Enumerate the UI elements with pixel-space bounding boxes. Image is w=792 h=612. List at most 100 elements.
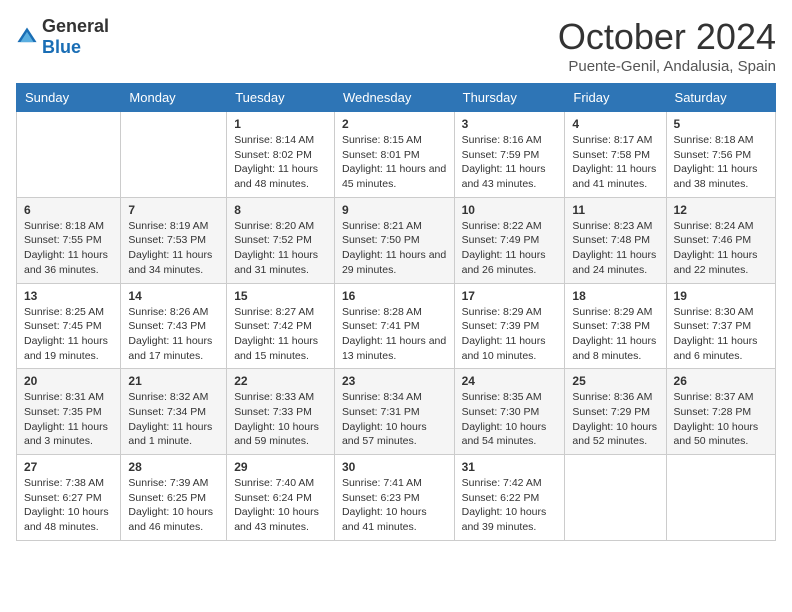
day-number: 20: [24, 374, 113, 388]
header-tuesday: Tuesday: [227, 84, 335, 112]
calendar-cell: 16Sunrise: 8:28 AMSunset: 7:41 PMDayligh…: [334, 283, 454, 369]
header-monday: Monday: [121, 84, 227, 112]
cell-info: Sunrise: 8:16 AMSunset: 7:59 PMDaylight:…: [462, 133, 558, 192]
day-number: 21: [128, 374, 219, 388]
calendar-cell: 1Sunrise: 8:14 AMSunset: 8:02 PMDaylight…: [227, 112, 335, 198]
title-block: October 2024 Puente-Genil, Andalusia, Sp…: [558, 16, 776, 75]
calendar-cell: 17 Sunrise: 8:29 AMSunset: 7:39 PMDayligh…: [454, 283, 565, 369]
logo-text-general: General: [42, 16, 109, 36]
day-number: 24: [462, 374, 558, 388]
cell-info: Sunrise: 8:20 AMSunset: 7:52 PMDaylight:…: [234, 219, 327, 278]
calendar-cell: [666, 455, 775, 541]
calendar-table: SundayMondayTuesdayWednesdayThursdayFrid…: [16, 83, 776, 541]
header-thursday: Thursday: [454, 84, 565, 112]
day-number: 15: [234, 289, 327, 303]
cell-info: Sunrise: 8:19 AMSunset: 7:53 PMDaylight:…: [128, 219, 219, 278]
location: Puente-Genil, Andalusia, Spain: [558, 58, 776, 75]
cell-info: Sunrise: 8:29 AMSunset: 7:39 PMDaylight:…: [462, 305, 558, 364]
cell-info: Sunrise: 8:37 AMSunset: 7:28 PMDaylight:…: [674, 390, 768, 449]
calendar-cell: 13Sunrise: 8:25 AMSunset: 7:45 PMDayligh…: [17, 283, 121, 369]
calendar-cell: 31Sunrise: 7:42 AMSunset: 6:22 PMDayligh…: [454, 455, 565, 541]
cell-info: Sunrise: 8:29 AMSunset: 7:38 PMDaylight:…: [572, 305, 658, 364]
logo-icon: [16, 26, 38, 48]
logo-text-blue: Blue: [42, 37, 81, 57]
cell-info: Sunrise: 8:34 AMSunset: 7:31 PMDaylight:…: [342, 390, 447, 449]
cell-info: Sunrise: 8:23 AMSunset: 7:48 PMDaylight:…: [572, 219, 658, 278]
calendar-cell: 12 Sunrise: 8:24 AMSunset: 7:46 PMDayligh…: [666, 197, 775, 283]
day-number: 27: [24, 460, 113, 474]
day-number: 23: [342, 374, 447, 388]
calendar-cell: 23 Sunrise: 8:34 AMSunset: 7:31 PMDayligh…: [334, 369, 454, 455]
cell-info: Sunrise: 8:22 AMSunset: 7:49 PMDaylight:…: [462, 219, 558, 278]
day-number: 5: [674, 117, 768, 131]
cell-info: Sunrise: 7:38 AMSunset: 6:27 PMDaylight:…: [24, 476, 113, 535]
day-number: 30: [342, 460, 447, 474]
day-number: 28: [128, 460, 219, 474]
calendar-week-row: 6Sunrise: 8:18 AMSunset: 7:55 PMDaylight…: [17, 197, 776, 283]
day-number: 22: [234, 374, 327, 388]
day-number: 26: [674, 374, 768, 388]
cell-info: Sunrise: 7:42 AMSunset: 6:22 PMDaylight:…: [462, 476, 558, 535]
day-number: 12: [674, 203, 768, 217]
day-number: 10: [462, 203, 558, 217]
day-number: 25: [572, 374, 658, 388]
calendar-cell: 7 Sunrise: 8:19 AMSunset: 7:53 PMDaylight…: [121, 197, 227, 283]
calendar-cell: 5Sunrise: 8:18 AMSunset: 7:56 PMDaylight…: [666, 112, 775, 198]
cell-info: Sunrise: 8:24 AMSunset: 7:46 PMDaylight:…: [674, 219, 768, 278]
day-number: 8: [234, 203, 327, 217]
calendar-cell: 29 Sunrise: 7:40 AMSunset: 6:24 PMDayligh…: [227, 455, 335, 541]
calendar-cell: [17, 112, 121, 198]
calendar-cell: 28 Sunrise: 7:39 AMSunset: 6:25 PMDayligh…: [121, 455, 227, 541]
day-number: 19: [674, 289, 768, 303]
calendar-week-row: 13Sunrise: 8:25 AMSunset: 7:45 PMDayligh…: [17, 283, 776, 369]
cell-info: Sunrise: 8:26 AMSunset: 7:43 PMDaylight:…: [128, 305, 219, 364]
day-number: 11: [572, 203, 658, 217]
cell-info: Sunrise: 8:25 AMSunset: 7:45 PMDaylight:…: [24, 305, 113, 364]
calendar-cell: [121, 112, 227, 198]
day-number: 2: [342, 117, 447, 131]
header-wednesday: Wednesday: [334, 84, 454, 112]
day-number: 14: [128, 289, 219, 303]
calendar-cell: 18 Sunrise: 8:29 AMSunset: 7:38 PMDayligh…: [565, 283, 666, 369]
calendar-cell: 15 Sunrise: 8:27 AMSunset: 7:42 PMDayligh…: [227, 283, 335, 369]
calendar-cell: 8 Sunrise: 8:20 AMSunset: 7:52 PMDaylight…: [227, 197, 335, 283]
page-header: General Blue October 2024 Puente-Genil, …: [16, 16, 776, 75]
calendar-cell: [565, 455, 666, 541]
calendar-cell: 22 Sunrise: 8:33 AMSunset: 7:33 PMDayligh…: [227, 369, 335, 455]
cell-info: Sunrise: 8:31 AMSunset: 7:35 PMDaylight:…: [24, 390, 113, 449]
cell-info: Sunrise: 8:28 AMSunset: 7:41 PMDaylight:…: [342, 305, 447, 364]
cell-info: Sunrise: 8:33 AMSunset: 7:33 PMDaylight:…: [234, 390, 327, 449]
calendar-week-row: 27 Sunrise: 7:38 AMSunset: 6:27 PMDayligh…: [17, 455, 776, 541]
calendar-cell: 6Sunrise: 8:18 AMSunset: 7:55 PMDaylight…: [17, 197, 121, 283]
calendar-cell: 26 Sunrise: 8:37 AMSunset: 7:28 PMDayligh…: [666, 369, 775, 455]
calendar-cell: 24Sunrise: 8:35 AMSunset: 7:30 PMDayligh…: [454, 369, 565, 455]
day-number: 9: [342, 203, 447, 217]
calendar-cell: 19 Sunrise: 8:30 AMSunset: 7:37 PMDayligh…: [666, 283, 775, 369]
cell-info: Sunrise: 8:14 AMSunset: 8:02 PMDaylight:…: [234, 133, 327, 192]
calendar-cell: 21 Sunrise: 8:32 AMSunset: 7:34 PMDayligh…: [121, 369, 227, 455]
cell-info: Sunrise: 7:41 AMSunset: 6:23 PMDaylight:…: [342, 476, 447, 535]
month-title: October 2024: [558, 16, 776, 58]
calendar-week-row: 20 Sunrise: 8:31 AMSunset: 7:35 PMDayligh…: [17, 369, 776, 455]
calendar-cell: 25Sunrise: 8:36 AMSunset: 7:29 PMDayligh…: [565, 369, 666, 455]
cell-info: Sunrise: 8:30 AMSunset: 7:37 PMDaylight:…: [674, 305, 768, 364]
cell-info: Sunrise: 8:18 AMSunset: 7:55 PMDaylight:…: [24, 219, 113, 278]
day-number: 18: [572, 289, 658, 303]
day-number: 4: [572, 117, 658, 131]
cell-info: Sunrise: 8:27 AMSunset: 7:42 PMDaylight:…: [234, 305, 327, 364]
calendar-cell: 27 Sunrise: 7:38 AMSunset: 6:27 PMDayligh…: [17, 455, 121, 541]
calendar-cell: 10 Sunrise: 8:22 AMSunset: 7:49 PMDayligh…: [454, 197, 565, 283]
cell-info: Sunrise: 7:39 AMSunset: 6:25 PMDaylight:…: [128, 476, 219, 535]
calendar-cell: 30 Sunrise: 7:41 AMSunset: 6:23 PMDayligh…: [334, 455, 454, 541]
day-number: 7: [128, 203, 219, 217]
day-number: 3: [462, 117, 558, 131]
cell-info: Sunrise: 8:32 AMSunset: 7:34 PMDaylight:…: [128, 390, 219, 449]
cell-info: Sunrise: 8:15 AMSunset: 8:01 PMDaylight:…: [342, 133, 447, 192]
calendar-cell: 20 Sunrise: 8:31 AMSunset: 7:35 PMDayligh…: [17, 369, 121, 455]
calendar-cell: 3 Sunrise: 8:16 AMSunset: 7:59 PMDaylight…: [454, 112, 565, 198]
calendar-cell: 9Sunrise: 8:21 AMSunset: 7:50 PMDaylight…: [334, 197, 454, 283]
day-number: 29: [234, 460, 327, 474]
day-number: 17: [462, 289, 558, 303]
cell-info: Sunrise: 7:40 AMSunset: 6:24 PMDaylight:…: [234, 476, 327, 535]
header-friday: Friday: [565, 84, 666, 112]
